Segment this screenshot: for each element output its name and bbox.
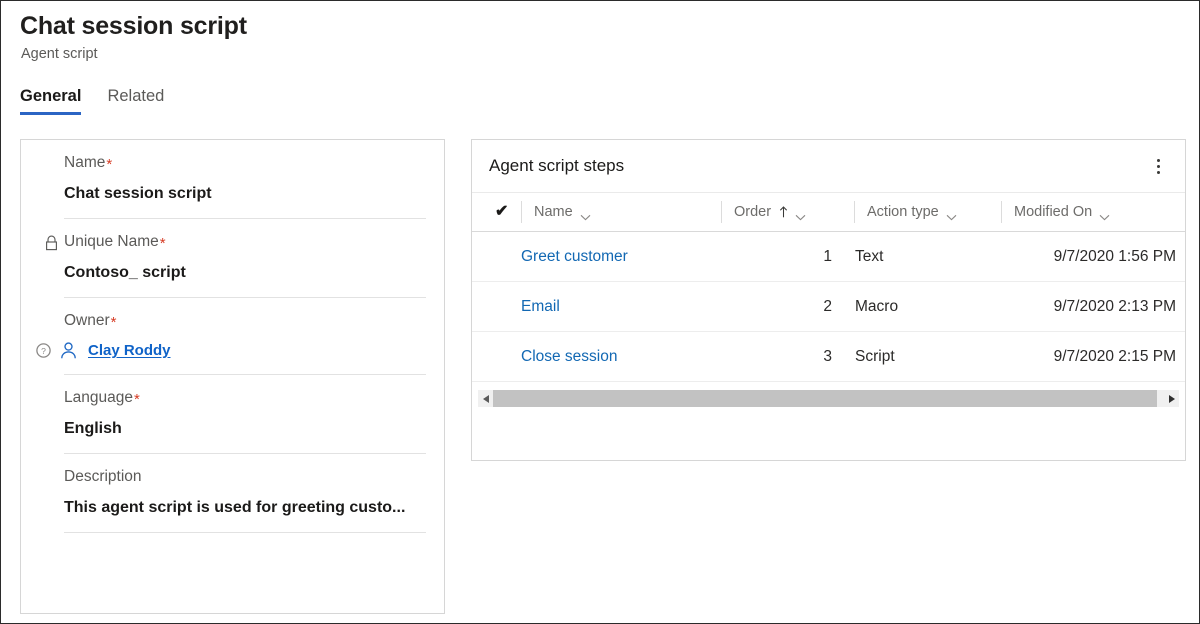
row-order: 3 (721, 348, 851, 366)
owner-value-row: ? Clay Roddy (36, 341, 426, 360)
kebab-dot (1157, 171, 1160, 174)
required-asterisk: * (134, 392, 140, 407)
triangle-left-icon[interactable] (478, 390, 493, 407)
grid-header: Agent script steps (472, 140, 1185, 193)
row-action-type: Script (851, 348, 998, 366)
field-language-label: Language* (64, 388, 426, 408)
column-header-action-type-label: Action type (867, 204, 939, 220)
page-title: Chat session script (20, 12, 247, 41)
row-order: 1 (721, 248, 851, 266)
kebab-dot (1157, 165, 1160, 168)
row-name-link[interactable]: Email (521, 298, 721, 316)
row-modified-on: 9/7/2020 1:56 PM (998, 248, 1178, 266)
column-header-order[interactable]: Order (721, 201, 854, 223)
field-description-label: Description (64, 467, 426, 487)
table-row[interactable]: Greet customer 1 Text 9/7/2020 1:56 PM (472, 232, 1185, 282)
scrollbar-thumb[interactable] (493, 390, 1157, 407)
field-owner-label: Owner* (64, 311, 426, 331)
row-action-type: Macro (851, 298, 998, 316)
owner-link[interactable]: Clay Roddy (88, 342, 171, 359)
required-asterisk: * (106, 157, 112, 172)
field-language-label-text: Language (64, 388, 133, 408)
table-row[interactable]: Email 2 Macro 9/7/2020 2:13 PM (472, 282, 1185, 332)
field-list-end-divider (21, 532, 444, 533)
grid-column-header-row: ✔ Name Order (472, 193, 1185, 232)
column-header-modified-on-label: Modified On (1014, 204, 1092, 220)
checkmark-icon: ✔ (495, 204, 508, 220)
more-vertical-icon[interactable] (1145, 153, 1171, 179)
field-description-value[interactable]: This agent script is used for greeting c… (64, 498, 426, 518)
field-name: Name* Chat session script (21, 140, 444, 218)
chevron-down-icon[interactable] (1099, 209, 1110, 216)
presence-unknown-icon: ? (36, 343, 51, 358)
agent-script-steps-panel: Agent script steps ✔ Name Order (471, 139, 1186, 461)
chevron-down-icon[interactable] (580, 209, 591, 216)
column-header-name[interactable]: Name (521, 201, 721, 223)
column-header-order-label: Order (734, 204, 771, 220)
field-language-value[interactable]: English (64, 419, 426, 439)
arrow-up-icon (779, 206, 788, 218)
chevron-down-icon[interactable] (946, 209, 957, 216)
field-unique-name-label: Unique Name* (64, 232, 426, 252)
column-header-modified-on[interactable]: Modified On (1001, 201, 1181, 223)
app-root: Chat session script Agent script General… (0, 0, 1200, 624)
field-unique-name-label-text: Unique Name (64, 232, 159, 252)
chevron-down-icon[interactable] (795, 209, 806, 216)
field-unique-name: Unique Name* Contoso_ script (21, 218, 444, 297)
scroll-left-arrow (483, 395, 489, 403)
row-action-type: Text (851, 248, 998, 266)
table-row[interactable]: Close session 3 Script 9/7/2020 2:15 PM (472, 332, 1185, 382)
row-order: 2 (721, 298, 851, 316)
row-modified-on: 9/7/2020 2:13 PM (998, 298, 1178, 316)
grid-title: Agent script steps (489, 156, 624, 176)
person-icon (59, 341, 78, 360)
field-owner-label-text: Owner (64, 311, 110, 331)
row-modified-on: 9/7/2020 2:15 PM (998, 348, 1178, 366)
page-subtitle: Agent script (21, 46, 98, 62)
field-language: Language* English (21, 374, 444, 453)
tabstrip: General Related (20, 87, 190, 115)
field-unique-name-value: Contoso_ script (64, 263, 426, 283)
column-header-action-type[interactable]: Action type (854, 201, 1001, 223)
column-header-name-label: Name (534, 204, 573, 220)
required-asterisk: * (160, 236, 166, 251)
field-owner: Owner* ? Clay Rod (21, 297, 444, 374)
horizontal-scrollbar[interactable] (478, 390, 1179, 407)
row-name-link[interactable]: Greet customer (521, 248, 721, 266)
scrollbar-track[interactable] (493, 390, 1164, 407)
scroll-right-arrow (1169, 395, 1175, 403)
required-asterisk: * (111, 315, 117, 330)
triangle-right-icon[interactable] (1164, 390, 1179, 407)
general-form-panel: Name* Chat session script Unique Name* (20, 139, 445, 614)
tab-general[interactable]: General (20, 87, 81, 115)
lock-icon (44, 235, 59, 251)
field-name-label-text: Name (64, 153, 105, 173)
field-description-label-text: Description (64, 467, 142, 487)
tab-related[interactable]: Related (107, 87, 164, 115)
field-name-label: Name* (64, 153, 426, 173)
svg-text:?: ? (41, 346, 46, 356)
select-all-checkbox[interactable]: ✔ (495, 204, 521, 220)
field-description: Description This agent script is used fo… (21, 453, 444, 532)
grid-rows: Greet customer 1 Text 9/7/2020 1:56 PM E… (472, 232, 1185, 382)
kebab-dot (1157, 159, 1160, 162)
row-name-link[interactable]: Close session (521, 348, 721, 366)
field-name-value[interactable]: Chat session script (64, 184, 426, 204)
